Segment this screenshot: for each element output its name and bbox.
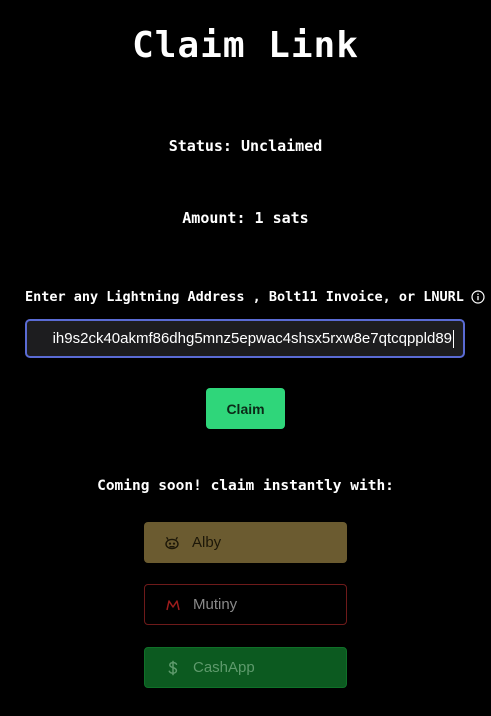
alby-button-label: Alby xyxy=(192,534,222,551)
mutiny-button-label: Mutiny xyxy=(193,596,238,613)
claim-address-input-text: ih9s2ck40akmf86dhg5mnz5epwac4shsx5rxw8e7… xyxy=(52,330,452,347)
alby-button[interactable]: Alby xyxy=(144,522,347,563)
dollar-icon xyxy=(165,660,181,676)
claim-input-label-row: Enter any Lightning Address , Bolt11 Inv… xyxy=(25,287,485,307)
info-icon[interactable] xyxy=(471,290,485,304)
cashapp-button-label: CashApp xyxy=(193,659,255,676)
claim-amount: Amount: 1 sats xyxy=(182,209,309,227)
claim-status: Status: Unclaimed xyxy=(168,137,323,155)
claim-address-input[interactable]: ih9s2ck40akmf86dhg5mnz5epwac4shsx5rxw8e7… xyxy=(25,319,465,358)
cashapp-button[interactable]: CashApp xyxy=(144,647,347,688)
claim-address-input-value: ih9s2ck40akmf86dhg5mnz5epwac4shsx5rxw8e7… xyxy=(53,321,454,356)
mutiny-button[interactable]: Mutiny xyxy=(144,584,347,625)
coming-soon-heading: Coming soon! claim instantly with: xyxy=(97,478,394,494)
alby-bee-icon xyxy=(164,535,180,551)
page-title: Claim Link xyxy=(132,25,359,66)
claim-button[interactable]: Claim xyxy=(206,388,285,429)
text-caret xyxy=(453,330,454,349)
mutiny-icon xyxy=(165,597,181,613)
claim-input-label: Enter any Lightning Address , Bolt11 Inv… xyxy=(25,289,464,305)
